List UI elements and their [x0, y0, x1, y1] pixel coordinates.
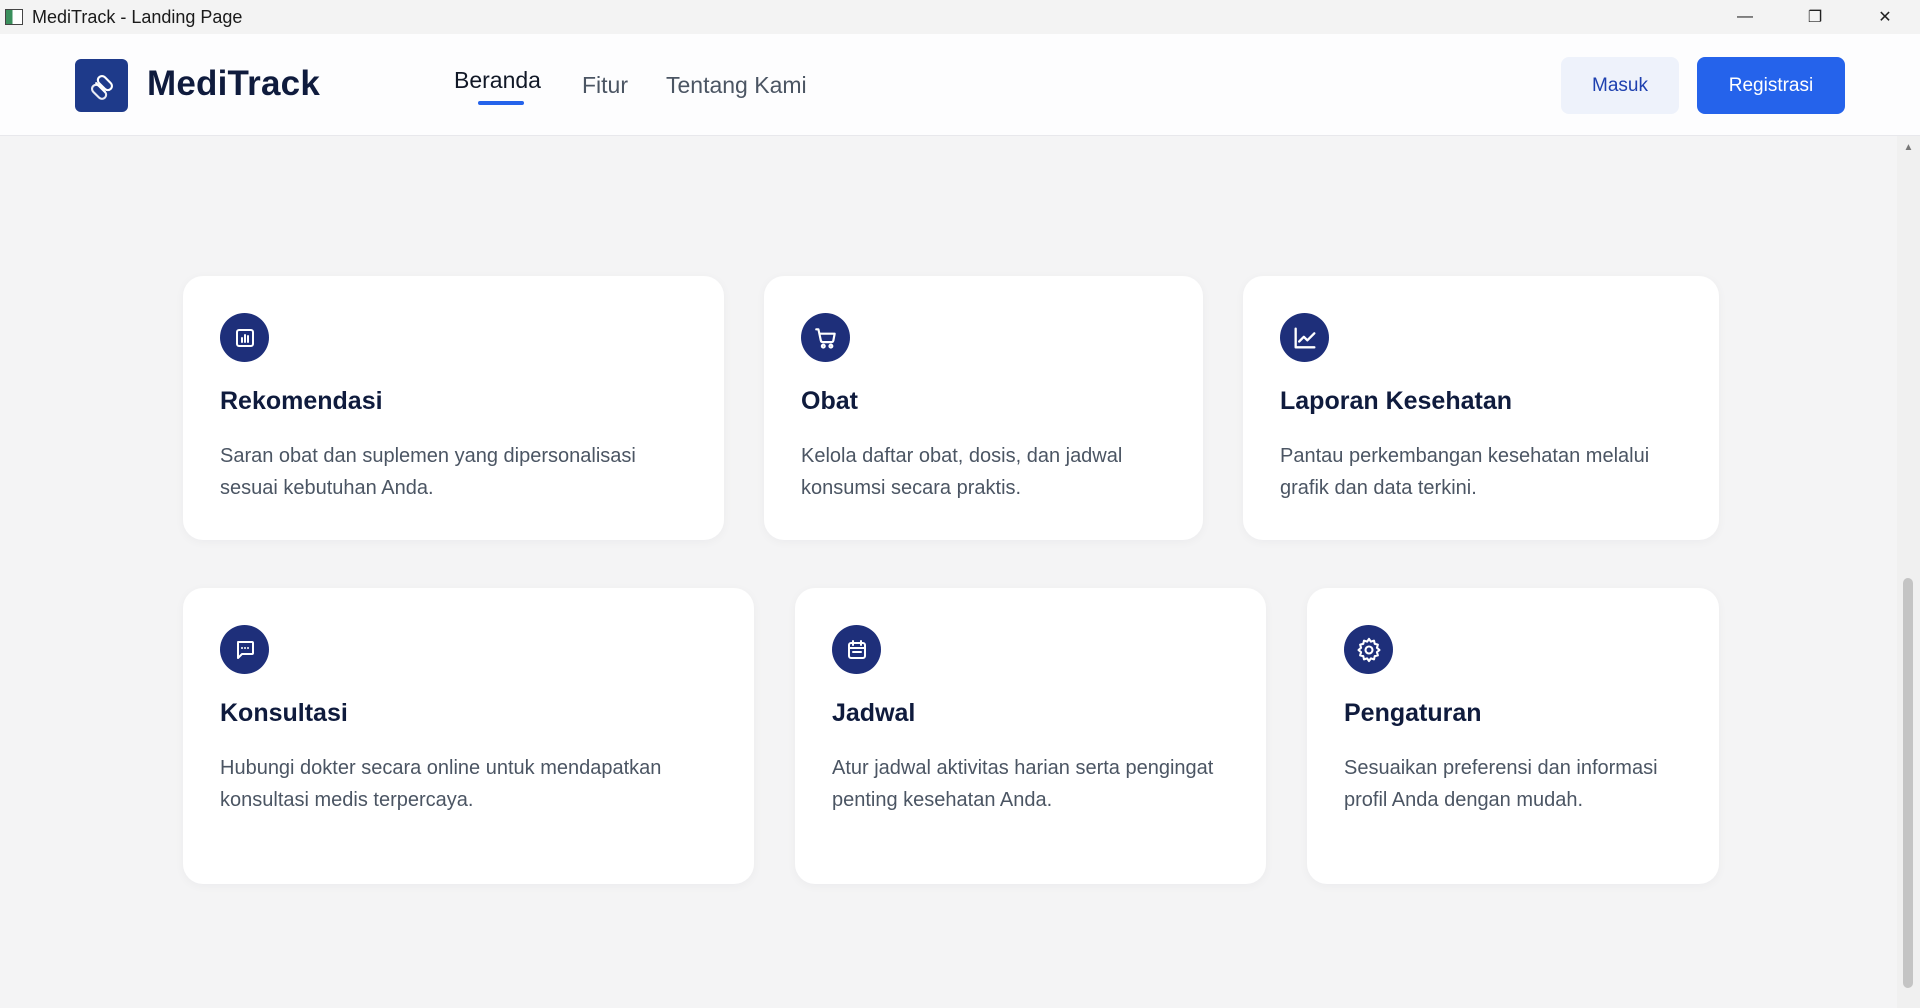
- restore-icon: ❐: [1807, 9, 1823, 26]
- card-description: Atur jadwal aktivitas harian serta pengi…: [832, 757, 1214, 811]
- card-description: Pantau perkembangan kesehatan melalui gr…: [1280, 445, 1650, 499]
- card-description: Sesuaikan preferensi dan informasi profi…: [1344, 757, 1658, 811]
- nav-link-beranda[interactable]: Beranda: [454, 67, 541, 94]
- pill-icon: [90, 74, 113, 100]
- navbar: MediTrack Beranda Fitur Tentang Kami Mas…: [0, 34, 1920, 136]
- logo[interactable]: [75, 59, 128, 112]
- active-nav-indicator: [478, 101, 524, 105]
- feature-card-pengaturan[interactable]: Pengaturan Sesuaikan preferensi dan info…: [1307, 588, 1719, 884]
- calendar-icon: [832, 625, 881, 674]
- chat-icon: [220, 625, 269, 674]
- close-icon: ✕: [1878, 9, 1892, 26]
- close-button[interactable]: ✕: [1850, 0, 1920, 34]
- nav-link-fitur[interactable]: Fitur: [582, 72, 628, 99]
- card-title: Jadwal: [832, 699, 916, 727]
- card-title: Konsultasi: [220, 699, 348, 727]
- app-icon: [5, 9, 23, 25]
- login-button[interactable]: Masuk: [1561, 57, 1679, 114]
- gear-icon: [1344, 625, 1393, 674]
- bar-chart-icon: [220, 313, 269, 362]
- window-titlebar: MediTrack - Landing Page — ❐ ✕: [0, 0, 1920, 34]
- feature-card-jadwal[interactable]: Jadwal Atur jadwal aktivitas harian sert…: [795, 588, 1266, 884]
- scrollbar-thumb[interactable]: [1903, 578, 1913, 988]
- card-title: Rekomendasi: [220, 387, 383, 415]
- cart-icon: [801, 313, 850, 362]
- card-description: Kelola daftar obat, dosis, dan jadwal ko…: [801, 445, 1123, 499]
- card-title: Laporan Kesehatan: [1280, 387, 1513, 415]
- card-title: Obat: [801, 387, 858, 415]
- register-button[interactable]: Registrasi: [1697, 57, 1845, 114]
- minimize-button[interactable]: —: [1710, 0, 1780, 34]
- feature-card-obat[interactable]: Obat Kelola daftar obat, dosis, dan jadw…: [764, 276, 1203, 540]
- card-description: Hubungi dokter secara online untuk menda…: [220, 757, 662, 811]
- window-title: MediTrack - Landing Page: [32, 6, 243, 27]
- brand-name[interactable]: MediTrack: [147, 64, 320, 104]
- feature-card-rekomendasi[interactable]: Rekomendasi Saran obat dan suplemen yang…: [183, 276, 724, 540]
- scroll-up-icon[interactable]: ▲: [1897, 140, 1920, 154]
- feature-card-konsultasi[interactable]: Konsultasi Hubungi dokter secara online …: [183, 588, 754, 884]
- scrollbar[interactable]: ▲: [1897, 136, 1920, 1008]
- window-controls: — ❐ ✕: [1710, 0, 1920, 34]
- card-description: Saran obat dan suplemen yang dipersonali…: [220, 445, 636, 499]
- restore-button[interactable]: ❐: [1780, 0, 1850, 34]
- feature-card-laporan-kesehatan[interactable]: Laporan Kesehatan Pantau perkembangan ke…: [1243, 276, 1719, 540]
- minimize-icon: —: [1737, 8, 1753, 25]
- card-title: Pengaturan: [1344, 699, 1482, 727]
- line-chart-icon: [1280, 313, 1329, 362]
- nav-link-tentang-kami[interactable]: Tentang Kami: [666, 72, 807, 99]
